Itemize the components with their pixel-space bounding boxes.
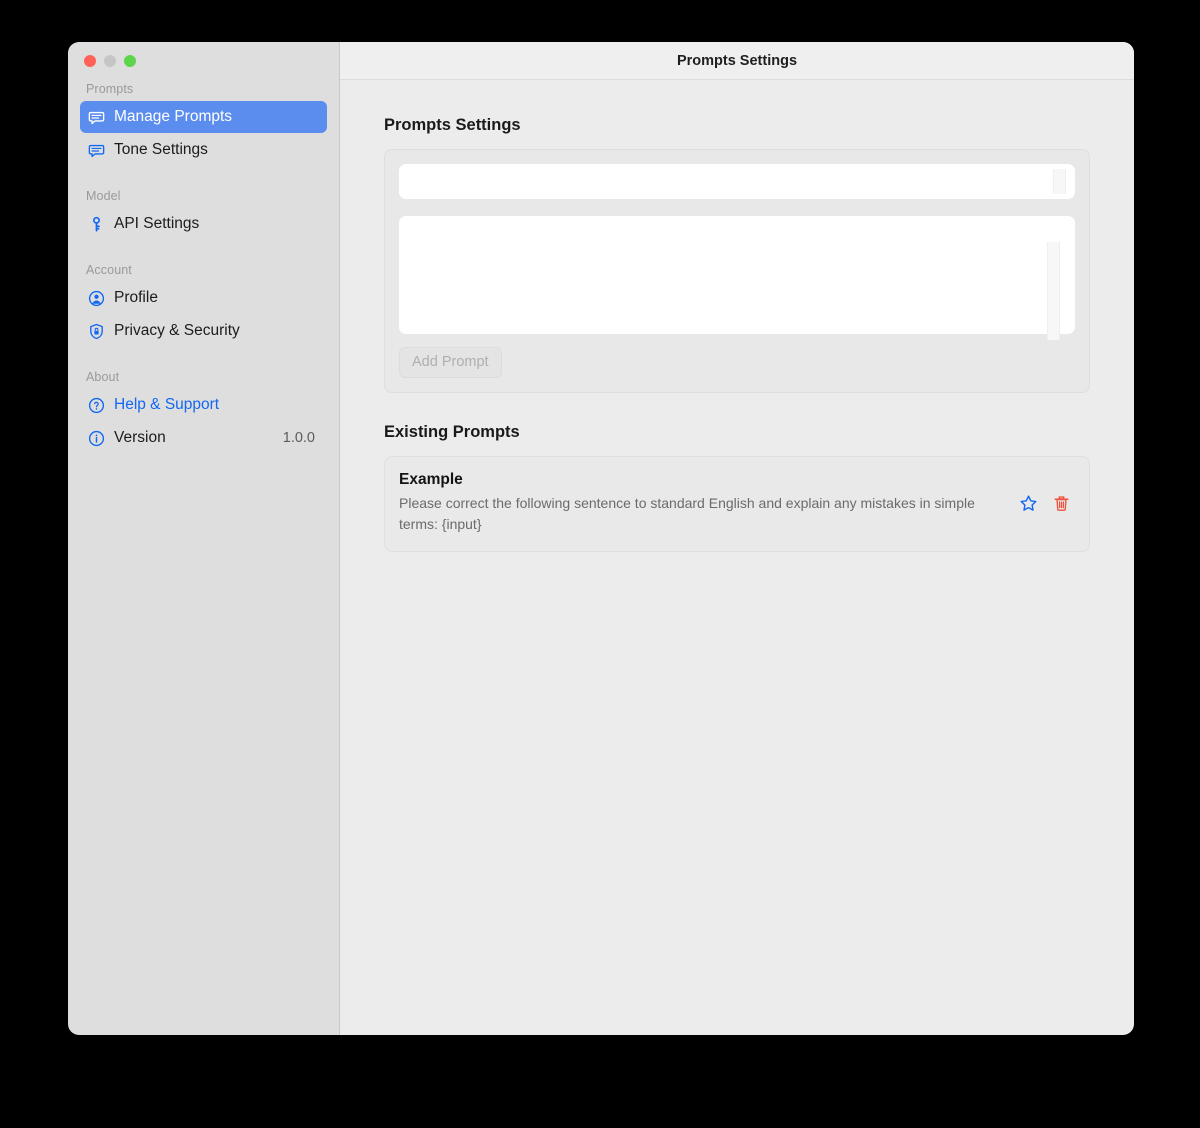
add-prompt-panel: Add Prompt bbox=[384, 149, 1090, 393]
sidebar-item-list: Manage Prompts Tone Settings bbox=[68, 101, 339, 166]
sidebar-group-list: Prompts Manage Prompts Tone Settings Model A… bbox=[68, 78, 339, 454]
prompt-name-input[interactable] bbox=[399, 164, 1075, 199]
maximize-window-button[interactable] bbox=[124, 55, 136, 67]
prompt-content-input[interactable] bbox=[399, 216, 1075, 334]
existing-prompts-list: Example Please correct the following sent… bbox=[384, 456, 1090, 552]
shield-lock-icon bbox=[88, 323, 105, 340]
sidebar-group-label: About bbox=[86, 370, 120, 384]
person-circle-icon bbox=[88, 290, 105, 307]
prompt-card-body: Example Please correct the following sent… bbox=[399, 471, 1018, 535]
sidebar-group-prompts: Prompts Manage Prompts Tone Settings bbox=[68, 78, 339, 166]
sidebar-item-list: API Settings bbox=[68, 208, 339, 240]
prompt-card[interactable]: Example Please correct the following sent… bbox=[384, 456, 1090, 552]
sidebar-group-spacer bbox=[68, 241, 339, 257]
settings-content: Prompts Settings Add Prompt Existing Pro… bbox=[340, 80, 1134, 1035]
sidebar-item-privacy-security[interactable]: Privacy & Security bbox=[80, 315, 327, 347]
minimize-window-button[interactable] bbox=[104, 55, 116, 67]
sidebar-item-help-support[interactable]: Help & Support bbox=[80, 389, 327, 421]
speech-bubble-icon bbox=[88, 142, 105, 159]
sidebar-group-label: Model bbox=[86, 189, 121, 203]
sidebar-item-label: Profile bbox=[114, 289, 158, 306]
sidebar-group-account: Account Profile Privacy & Security bbox=[68, 257, 339, 347]
close-window-button[interactable] bbox=[84, 55, 96, 67]
prompt-content-field-wrap bbox=[399, 216, 1075, 340]
question-circle-icon bbox=[88, 397, 105, 414]
trash-icon[interactable] bbox=[1051, 493, 1071, 513]
window-title: Prompts Settings bbox=[676, 52, 798, 69]
info-circle-icon bbox=[88, 430, 105, 447]
sidebar-item-label: Help & Support bbox=[114, 396, 220, 413]
key-icon bbox=[88, 216, 105, 233]
sidebar-item-manage-prompts[interactable]: Manage Prompts bbox=[80, 101, 327, 133]
sidebar-item-list: Help & Support Version 1.0.0 bbox=[68, 389, 339, 454]
sidebar-item-version[interactable]: Version 1.0.0 bbox=[80, 422, 327, 454]
prompt-text: Please correct the following sentence to… bbox=[399, 495, 975, 532]
sidebar-item-label: Privacy & Security bbox=[114, 322, 240, 339]
sidebar-item-label: API Settings bbox=[114, 215, 200, 232]
settings-window: Prompts Manage Prompts Tone Settings Model A… bbox=[68, 42, 1134, 1035]
sidebar-group-label: Account bbox=[86, 263, 132, 277]
sidebar-item-profile[interactable]: Profile bbox=[80, 282, 327, 314]
add-prompt-button[interactable]: Add Prompt bbox=[399, 347, 502, 378]
sidebar-item-label: Version bbox=[114, 429, 166, 446]
prompt-name-field-wrap bbox=[399, 164, 1075, 199]
prompt-title: Example bbox=[399, 471, 463, 488]
star-icon[interactable] bbox=[1018, 493, 1038, 513]
sidebar-item-api-settings[interactable]: API Settings bbox=[80, 208, 327, 240]
sidebar-item-list: Profile Privacy & Security bbox=[68, 282, 339, 347]
sidebar-item-label: Manage Prompts bbox=[114, 108, 233, 125]
prompts-settings-heading: Prompts Settings bbox=[384, 116, 521, 134]
sidebar-item-tone-settings[interactable]: Tone Settings bbox=[80, 134, 327, 166]
sidebar-group-label: Prompts bbox=[86, 82, 134, 96]
sidebar-group-spacer bbox=[68, 348, 339, 364]
sidebar-group-about: About Help & Support Version 1.0.0 bbox=[68, 364, 339, 454]
prompt-card-actions bbox=[1018, 493, 1073, 513]
speech-bubble-icon bbox=[88, 109, 105, 126]
sidebar-item-value: 1.0.0 bbox=[282, 430, 315, 446]
sidebar-group-spacer bbox=[68, 167, 339, 183]
window-controls bbox=[68, 42, 339, 78]
existing-prompts-heading: Existing Prompts bbox=[384, 423, 520, 441]
sidebar: Prompts Manage Prompts Tone Settings Model A… bbox=[68, 42, 340, 1035]
main-content: Prompts Settings Prompts Settings Add Pr… bbox=[340, 42, 1134, 1035]
add-prompt-button-row: Add Prompt bbox=[399, 347, 1075, 378]
window-titlebar: Prompts Settings bbox=[340, 42, 1134, 80]
sidebar-item-label: Tone Settings bbox=[114, 141, 208, 158]
sidebar-group-model: Model API Settings bbox=[68, 183, 339, 240]
